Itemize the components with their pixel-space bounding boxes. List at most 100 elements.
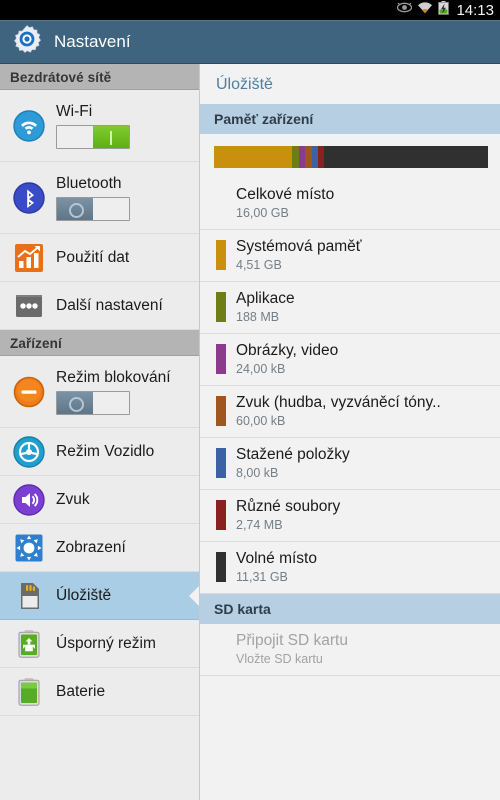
status-bar-clock: 14:13 <box>456 1 494 19</box>
row-title: Celkové místo <box>236 186 335 203</box>
sidebar-item-car-mode[interactable]: Režim Vozidlo <box>0 428 199 476</box>
sidebar-item-label: Režim Vozidlo <box>56 442 155 460</box>
category-color-swatch <box>216 396 226 426</box>
storage-category-row[interactable]: Systémová paměť 4,51 GB <box>200 230 500 282</box>
row-title: Volné místo <box>236 550 317 567</box>
sidebar-item-sound[interactable]: Zvuk <box>0 476 199 524</box>
sidebar-item-label: Wi-Fi <box>56 102 93 120</box>
storage-category-list: Systémová paměť 4,51 GB Aplikace 188 MB Obrá… <box>200 230 500 594</box>
wifi-toggle[interactable] <box>56 124 130 149</box>
action-bar: Nastavení <box>0 20 500 64</box>
battery-icon <box>12 675 46 709</box>
row-title: Aplikace <box>236 290 295 307</box>
category-text: Zvuk (hudba, vyzváněcí tóny.. 60,00 kB <box>236 394 441 428</box>
row-title: Stažené položky <box>236 446 350 463</box>
sidebar-item-label: Další nastavení <box>56 296 163 314</box>
content-area: Bezdrátové sítě Wi-Fi Bluetooth Použití … <box>0 64 500 800</box>
category-text: Stažené položky 8,00 kB <box>236 446 350 480</box>
power-saving-icon <box>12 627 46 661</box>
category-text: Obrázky, video 24,00 kB <box>236 342 338 376</box>
row-value: 188 MB <box>236 310 280 324</box>
more-dots-icon <box>12 289 46 323</box>
category-text: Různé soubory 2,74 MB <box>236 498 340 532</box>
status-bar: 14:13 <box>0 0 500 20</box>
mount-sd-card-text: Připojit SD kartu Vložte SD kartu <box>236 632 348 666</box>
bluetooth-icon <box>12 181 46 215</box>
storage-category-row[interactable]: Volné místo 11,31 GB <box>200 542 500 594</box>
row-title: Obrázky, video <box>236 342 339 359</box>
sidebar-item-blocking-mode-content: Režim blokování <box>56 369 171 415</box>
category-text: Aplikace 188 MB <box>236 290 295 324</box>
storage-category-row[interactable]: Stažené položky 8,00 kB <box>200 438 500 490</box>
row-value: 8,00 kB <box>236 466 279 480</box>
sidebar-item-display[interactable]: Zobrazení <box>0 524 199 572</box>
total-space-text: Celkové místo 16,00 GB <box>236 186 334 220</box>
row-value: 60,00 kB <box>236 414 286 428</box>
panel-title: Úložiště <box>216 76 273 93</box>
display-brightness-icon <box>12 531 46 565</box>
sidebar-item-label: Úsporný režim <box>56 634 156 652</box>
sidebar-item-battery[interactable]: Baterie <box>0 668 199 716</box>
sidebar-item-label: Úložiště <box>56 586 112 604</box>
sidebar-section-header-device: Zařízení <box>0 330 199 356</box>
category-text: Systémová paměť 4,51 GB <box>236 238 362 272</box>
sidebar-item-bluetooth-content: Bluetooth <box>56 175 130 221</box>
blocking-mode-icon <box>12 375 46 409</box>
sidebar-item-blocking-mode[interactable]: Režim blokování <box>0 356 199 428</box>
sidebar-item-power-saving[interactable]: Úsporný režim <box>0 620 199 668</box>
sd-card-icon <box>12 579 46 613</box>
settings-screen: 14:13 Nastavení Bezdrátové sítě Wi-Fi Bl… <box>0 0 500 800</box>
sidebar-item-label: Zvuk <box>56 490 90 508</box>
storage-segment <box>292 146 300 168</box>
sidebar-item-wifi[interactable]: Wi-Fi <box>0 90 199 162</box>
category-color-swatch <box>216 240 226 270</box>
page-title: Nastavení <box>54 31 131 51</box>
total-space-row[interactable]: Celkové místo 16,00 GB <box>200 178 500 230</box>
sidebar-item-label: Režim blokování <box>56 368 171 386</box>
category-color-swatch <box>216 500 226 530</box>
row-value: 16,00 GB <box>236 206 289 220</box>
car-mode-icon <box>12 435 46 469</box>
storage-category-row[interactable]: Aplikace 188 MB <box>200 282 500 334</box>
storage-category-row[interactable]: Zvuk (hudba, vyzváněcí tóny.. 60,00 kB <box>200 386 500 438</box>
category-text: Volné místo 11,31 GB <box>236 550 317 584</box>
row-value: 11,31 GB <box>236 570 288 584</box>
sidebar-item-label: Baterie <box>56 682 106 700</box>
storage-category-row[interactable]: Různé soubory 2,74 MB <box>200 490 500 542</box>
row-value: 2,74 MB <box>236 518 283 532</box>
storage-panel: Úložiště Paměť zařízení Celkové místo 16… <box>200 64 500 800</box>
row-title: Různé soubory <box>236 498 341 515</box>
row-title: Zvuk (hudba, vyzváněcí tóny.. <box>236 394 441 411</box>
sidebar-item-storage[interactable]: Úložiště <box>0 572 199 620</box>
mount-sd-card-row[interactable]: Připojit SD kartu Vložte SD kartu <box>200 624 500 676</box>
settings-gear-icon[interactable] <box>12 24 42 59</box>
row-value: 4,51 GB <box>236 258 282 272</box>
sidebar-item-label: Použití dat <box>56 248 130 266</box>
sidebar-item-data-usage[interactable]: Použití dat <box>0 234 199 282</box>
sd-card-header: SD karta <box>200 594 500 624</box>
storage-segment <box>324 146 488 168</box>
blocking-mode-toggle[interactable] <box>56 390 130 415</box>
sound-speaker-icon <box>12 483 46 517</box>
wifi-icon <box>12 109 46 143</box>
row-value: 24,00 kB <box>236 362 286 376</box>
category-color-swatch <box>216 344 226 374</box>
storage-category-row[interactable]: Obrázky, video 24,00 kB <box>200 334 500 386</box>
storage-bar-wrap <box>200 134 500 178</box>
category-color-swatch <box>216 292 226 322</box>
battery-charging-icon <box>438 0 450 20</box>
device-memory-header: Paměť zařízení <box>200 104 500 134</box>
sidebar-item-more-settings[interactable]: Další nastavení <box>0 282 199 330</box>
row-title: Systémová paměť <box>236 238 362 255</box>
data-usage-icon <box>12 241 46 275</box>
category-color-swatch <box>216 448 226 478</box>
row-subtitle: Vložte SD kartu <box>236 652 323 666</box>
settings-sidebar[interactable]: Bezdrátové sítě Wi-Fi Bluetooth Použití … <box>0 64 200 800</box>
wifi-icon <box>417 1 433 19</box>
smart-stay-eye-icon <box>397 1 413 19</box>
sidebar-item-bluetooth[interactable]: Bluetooth <box>0 162 199 234</box>
category-color-swatch <box>216 552 226 582</box>
row-title: Připojit SD kartu <box>236 632 348 649</box>
bluetooth-toggle[interactable] <box>56 196 130 221</box>
sidebar-item-label: Bluetooth <box>56 174 122 192</box>
